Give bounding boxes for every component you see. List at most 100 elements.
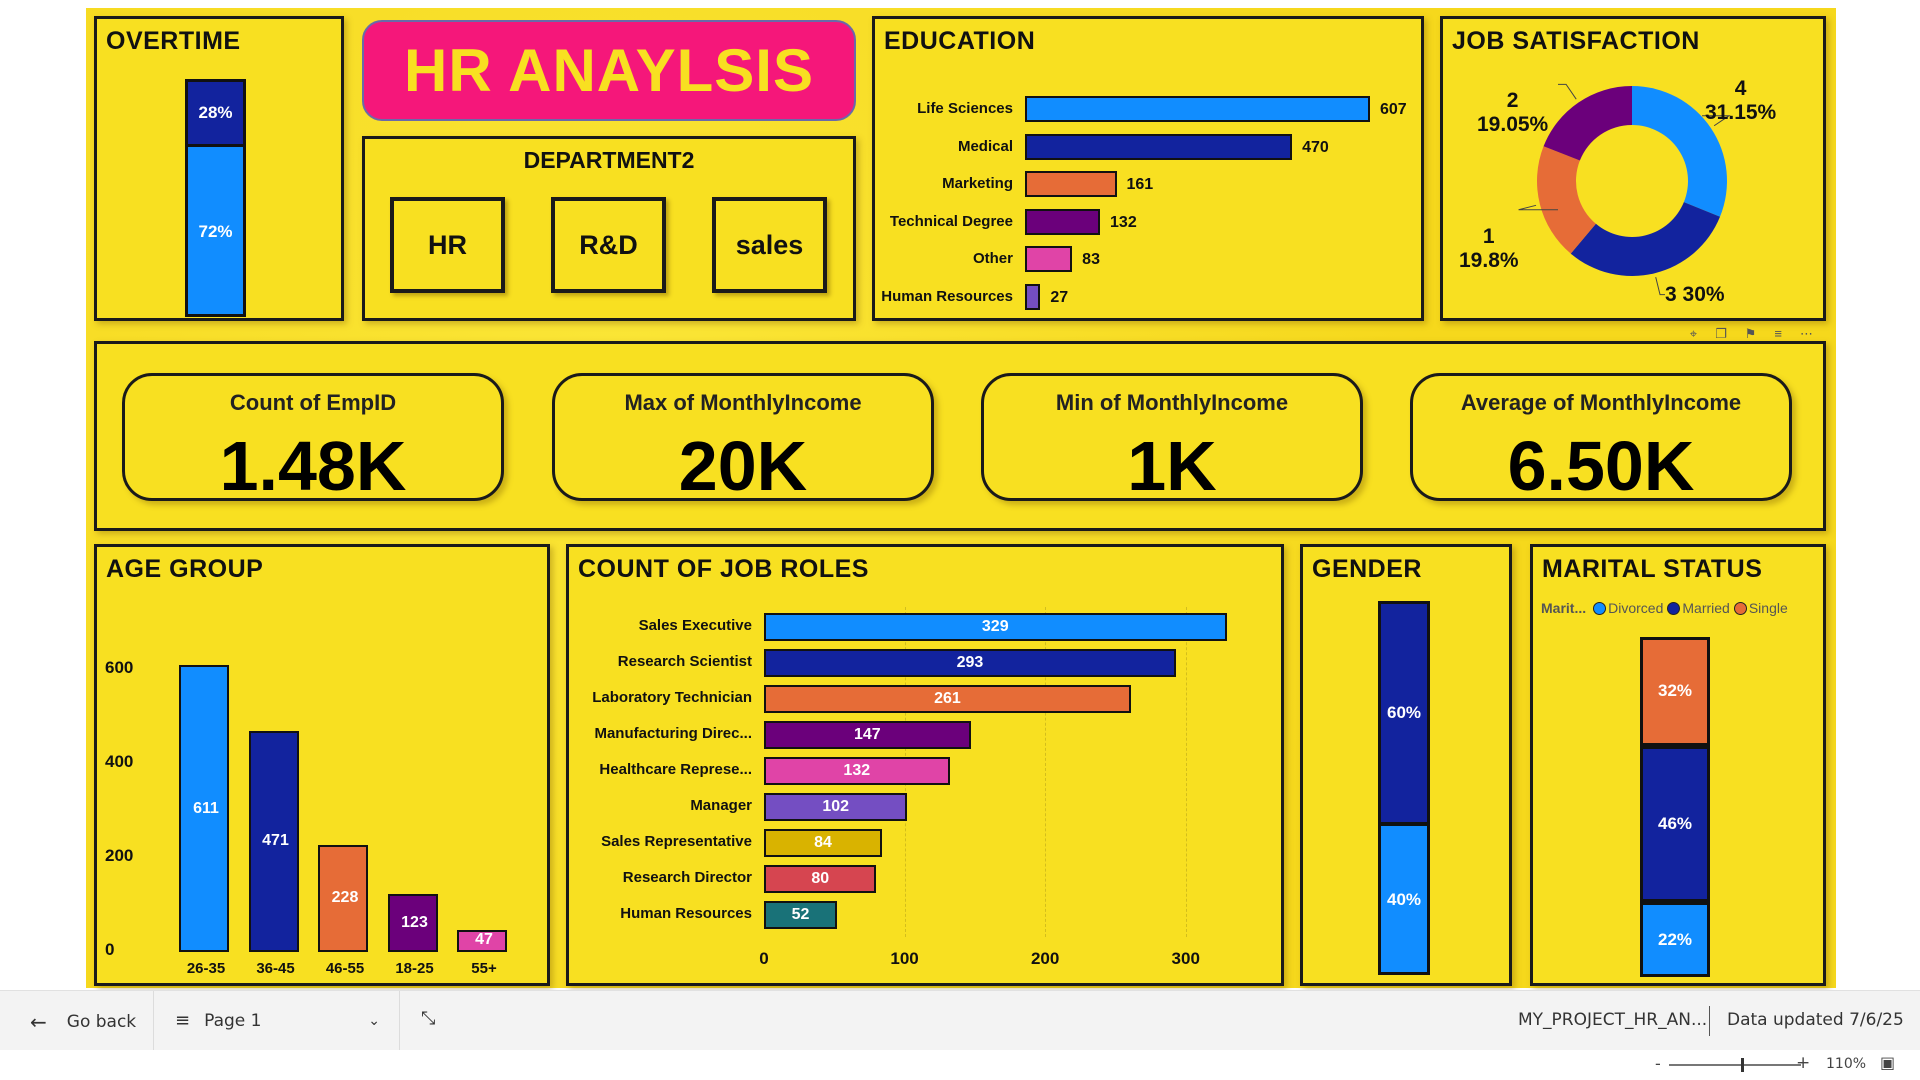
age-x-tick-label: 55+ [471,960,497,977]
marital-segment-label: 32% [1657,681,1693,701]
overtime-panel[interactable]: OVERTIME 28% 72% [94,16,344,321]
roles-category-label: Sales Representative [601,833,752,850]
education-value-label: 83 [1082,251,1100,268]
donut-slice-2[interactable] [1543,86,1632,161]
job-roles-panel[interactable]: COUNT OF JOB ROLES 0 100 200 300 Sales Execu… [566,544,1284,986]
overtime-title: OVERTIME [106,27,241,55]
zoom-in-button[interactable]: + [1796,1053,1810,1073]
collapse-icon[interactable]: ⤡ [421,1008,435,1029]
kpi-label: Max of MonthlyIncome [624,390,862,415]
age-x-tick-label: 46-55 [325,960,365,977]
education-category-label: Life Sciences [917,100,1013,117]
age-value-label: 611 [193,799,219,817]
go-back-label: Go back [66,1012,137,1032]
roles-value-label: 147 [853,726,881,743]
age-x-tick-label: 36-45 [256,960,295,977]
education-bar[interactable] [1025,208,1101,235]
dept-button-sales[interactable]: sales [712,197,827,293]
roles-x-tick-label: 300 [1171,949,1200,968]
donut-category-label: 3 [1665,283,1677,306]
kpi-band: Count of EmpID 1.48K Max of MonthlyIncom… [94,341,1826,531]
visual-header-icons: ⌖ ❐ ⚑ ≡ ⋯ [1690,326,1813,342]
kpi-label: Average of MonthlyIncome [1460,390,1742,415]
age-value-label: 471 [262,832,289,850]
education-category-label: Medical [957,137,1013,155]
education-category-label: Other [972,250,1013,267]
zoom-slider[interactable] [1669,1058,1801,1072]
kpi-value: 1.48K [219,427,407,505]
roles-value-label: 132 [843,762,871,779]
age-y-tick-label: 400 [105,752,134,772]
education-category-label: Technical Degree [889,212,1013,230]
kpi-card-avg-income[interactable]: Average of MonthlyIncome 6.50K [1410,373,1792,504]
education-chart: Life Sciences 607 Medical 470 Marketing 161 Te… [875,19,1421,318]
age-value-label: 47 [475,930,493,948]
education-bar[interactable] [1025,133,1293,160]
donut-data-label: 1 19.8% [1459,225,1519,273]
dept-button-hr[interactable]: HR [390,197,505,293]
roles-value-label: 102 [822,798,850,815]
page-selector[interactable]: ≡ Page 1 ⌄ [175,1010,380,1031]
donut-percent-label: 30% [1682,283,1725,306]
education-panel[interactable]: EDUCATION Life Sciences 607 Medical 470 Mark… [872,16,1424,321]
age-group-chart: 0 200 400 600 611 26-35 471 36-45 228 46-55 123 18-… [97,547,547,983]
report-name: MY_PROJECT_HR_AN... [1518,1010,1708,1030]
report-footer-bar: ← Go back ≡ Page 1 ⌄ ⤡ MY_PROJECT_HR_AN.… [0,990,1920,1051]
go-back-button[interactable]: ← Go back [30,1010,136,1034]
kpi-label: Min of MonthlyIncome [1055,390,1289,415]
zoom-slider-thumb[interactable] [1740,1058,1744,1072]
age-y-tick-label: 200 [105,846,134,866]
report-title: HR ANAYLSIS [404,37,814,104]
education-category-label: Human Resources [881,287,1013,305]
kpi-card-min-income[interactable]: Min of MonthlyIncome 1K [981,373,1363,504]
job-satisfaction-panel[interactable]: JOB SATISFACTION ⌖ ❐ ⚑ ≡ ⋯ 4 31.15% 3 30% 1… [1440,16,1826,341]
age-group-panel[interactable]: AGE GROUP 0 200 400 600 611 26-35 471 36-45 228 4… [94,544,550,986]
education-bar[interactable] [1025,96,1370,122]
pin-icon[interactable]: ⌖ [1690,326,1697,342]
donut-data-label: 3 30% [1665,283,1725,307]
zoom-out-button[interactable]: - [1655,1054,1661,1073]
education-value-label: 161 [1126,176,1154,193]
roles-value-label: 293 [956,654,984,671]
gender-top-label: 60% [1386,703,1422,723]
marital-status-panel[interactable]: MARITAL STATUS Marit... Divorced Married S… [1530,544,1826,986]
donut-category-label: 1 [1482,225,1495,248]
report-canvas: OVERTIME 28% 72% HR ANAYLSIS DEPARTMENT2… [86,8,1836,988]
donut-percent-label: 31.15% [1705,101,1777,124]
roles-value-label: 261 [934,690,961,707]
filter-icon[interactable]: ≡ [1774,326,1782,342]
gender-panel[interactable]: GENDER 60% 40% [1300,544,1512,986]
age-y-tick-label: 600 [105,658,134,678]
bell-icon[interactable]: ⚑ [1745,326,1757,342]
zoom-level: 110% [1826,1056,1867,1072]
roles-category-label: Laboratory Technician [592,689,752,706]
age-y-tick-label: 0 [105,940,115,959]
dept-button-rd[interactable]: R&D [551,197,666,293]
kpi-card-count-empid[interactable]: Count of EmpID 1.48K [122,373,504,505]
education-bar[interactable] [1025,283,1041,310]
kpi-label: Count of EmpID [229,390,397,415]
copy-icon[interactable]: ❐ [1715,326,1727,342]
roles-category-label: Sales Executive [638,617,752,634]
data-updated: Data updated 7/6/25 [1727,1010,1904,1030]
donut-leader-line [1655,276,1665,296]
more-options-icon[interactable]: ⋯ [1800,326,1813,342]
job-roles-chart: 0 100 200 300 Sales Executive 329 Research Sci… [569,547,1281,983]
education-bar[interactable] [1025,246,1073,272]
donut-percent-label: 19.05% [1477,113,1549,136]
roles-value-label: 84 [814,834,832,851]
fit-to-page-icon[interactable]: ▣ [1880,1053,1895,1072]
marital-segment-label: 22% [1657,929,1693,949]
age-x-tick-label: 18-25 [395,960,434,977]
arrow-left-icon: ← [30,1010,47,1034]
donut-slice-3[interactable] [1570,202,1720,277]
job-satisfaction-donut [1518,83,1731,296]
education-value-label: 607 [1380,101,1407,118]
donut-data-label: 2 19.05% [1477,89,1548,137]
roles-category-label: Research Director [622,869,752,886]
gender-bottom-label: 40% [1386,890,1422,910]
kpi-card-max-income[interactable]: Max of MonthlyIncome 20K [552,373,934,504]
education-bar[interactable] [1025,171,1117,197]
marital-chart: 32% 46% 22% [1533,547,1823,983]
page-label: Page 1 [204,1010,262,1031]
